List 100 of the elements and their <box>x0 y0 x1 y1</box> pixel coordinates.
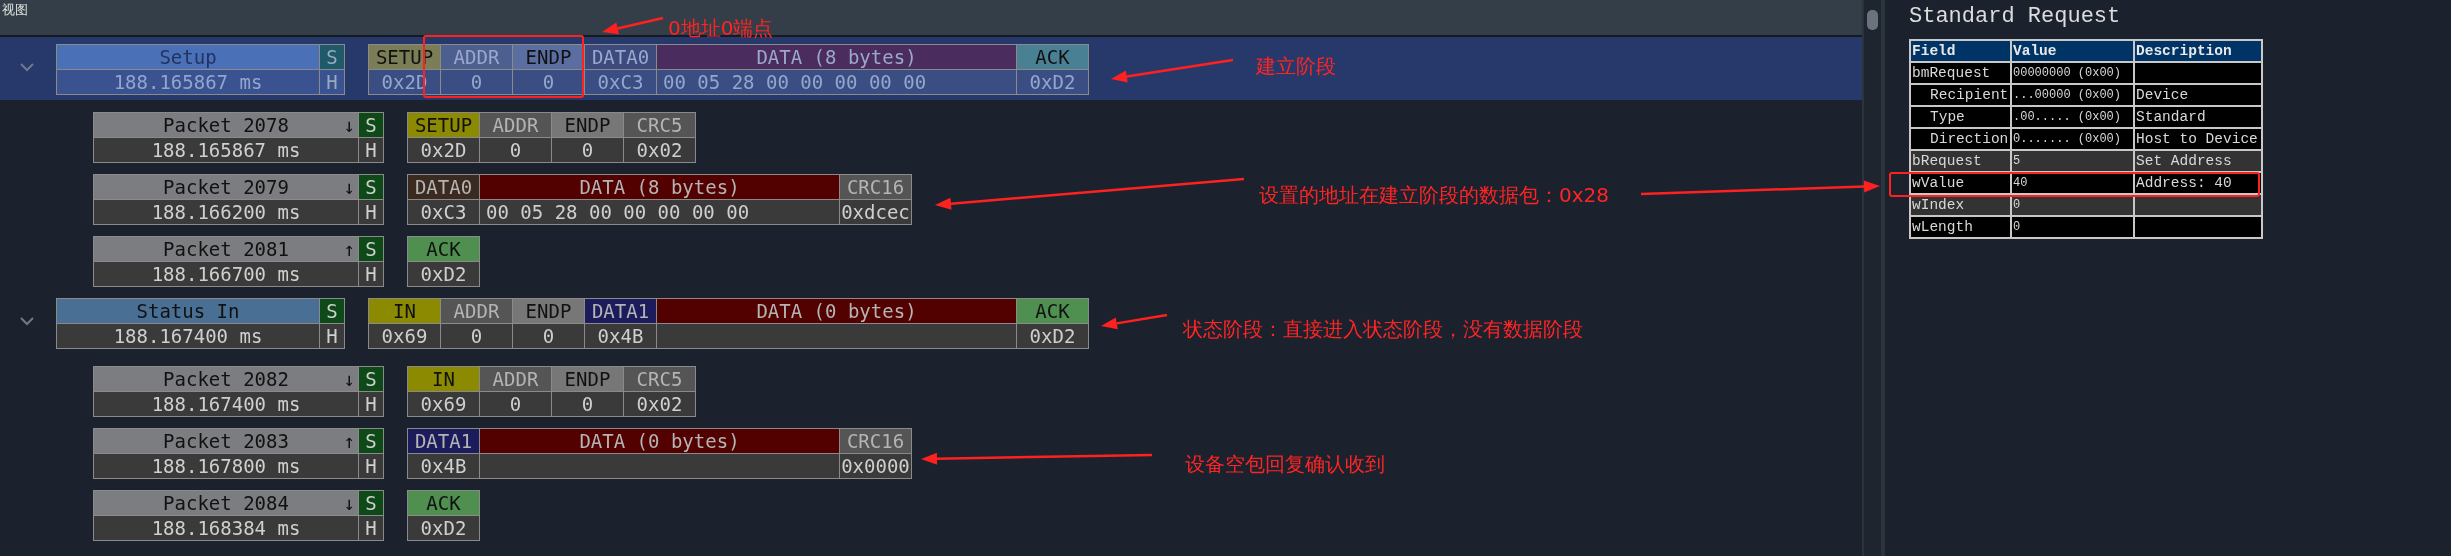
packet-header[interactable]: Packet 2083 ↑ <box>93 428 359 454</box>
field-header: DATA (8 bytes) <box>656 44 1017 70</box>
flag-label: S <box>358 174 384 200</box>
field-value: 0x4B <box>584 323 657 349</box>
packet-header[interactable]: Packet 2082 ↓ <box>93 366 359 392</box>
flag-label: S <box>358 112 384 138</box>
timestamp: 188.165867 ms <box>93 137 359 163</box>
column-header: Value <box>2011 40 2134 62</box>
packet-name: Packet 2079 <box>163 175 289 199</box>
packet-name: Packet 2084 <box>163 491 289 515</box>
flag-label: S <box>319 298 345 324</box>
direction-arrow: ↓ <box>343 113 355 137</box>
flag-label: H <box>358 137 384 163</box>
flag-label: H <box>358 391 384 417</box>
annotation-text: 状态阶段：直接进入状态阶段，没有数据阶段 <box>1183 317 1583 341</box>
field-value: 0 <box>440 323 513 349</box>
packet-name: Packet 2081 <box>163 237 289 261</box>
direction-arrow: ↑ <box>343 237 355 261</box>
field-value: 0x69 <box>368 323 441 349</box>
panel-title: Standard Request <box>1909 4 2121 29</box>
field-header: ENDP <box>551 112 624 138</box>
field-value: 0xD2 <box>407 261 480 287</box>
field-header: IN <box>407 366 480 392</box>
packet-header[interactable]: Packet 2084 ↓ <box>93 490 359 516</box>
table-cell: 40 <box>2011 172 2134 194</box>
field-header: DATA0 <box>407 174 480 200</box>
table-cell: wLength <box>1910 216 2011 238</box>
direction-arrow: ↓ <box>343 175 355 199</box>
annotation-text: 建立阶段 <box>1256 54 1336 78</box>
field-header: DATA1 <box>407 428 480 454</box>
table-cell: wValue <box>1910 172 2011 194</box>
scrollbar[interactable] <box>1862 0 1885 556</box>
flag-label: H <box>358 199 384 225</box>
direction-arrow: ↓ <box>343 491 355 515</box>
field-value: 0xD2 <box>1016 323 1089 349</box>
window-title: 视图 <box>2 1 28 19</box>
field-header: CRC5 <box>623 112 696 138</box>
field-value: 0x2D <box>407 137 480 163</box>
packet-header[interactable]: Packet 2078 ↓ <box>93 112 359 138</box>
flag-label: H <box>358 261 384 287</box>
field-header: ENDP <box>551 366 624 392</box>
table-cell: Address: 40 <box>2134 172 2262 194</box>
field-header: IN <box>368 298 441 324</box>
field-header: ACK <box>407 236 480 262</box>
flag-label: H <box>319 323 345 349</box>
scrollbar-thumb[interactable] <box>1867 10 1878 30</box>
transaction-name[interactable]: Status In <box>56 298 320 324</box>
field-value: 0 <box>512 323 585 349</box>
column-header: Description <box>2134 40 2262 62</box>
field-value: 0xD2 <box>407 515 480 541</box>
field-value: 0 <box>551 391 624 417</box>
transaction-name[interactable]: Setup <box>56 44 320 70</box>
flag-label: H <box>358 515 384 541</box>
packet-header[interactable]: Packet 2081 ↑ <box>93 236 359 262</box>
chevron-icon[interactable] <box>19 316 35 326</box>
timestamp: 188.167800 ms <box>93 453 359 479</box>
timestamp: 188.165867 ms <box>56 69 320 95</box>
field-header: DATA0 <box>584 44 657 70</box>
field-header: ADDR <box>440 44 513 70</box>
field-value: 0xC3 <box>584 69 657 95</box>
field-header: DATA (0 bytes) <box>479 428 840 454</box>
direction-arrow: ↓ <box>343 367 355 391</box>
table-cell: Set Address <box>2134 150 2262 172</box>
field-header: ADDR <box>479 112 552 138</box>
field-header: DATA (8 bytes) <box>479 174 840 200</box>
field-value: 0xD2 <box>1016 69 1089 95</box>
arrow <box>602 16 664 35</box>
field-header: DATA1 <box>584 298 657 324</box>
field-value: 0 <box>479 137 552 163</box>
field-header: DATA (0 bytes) <box>656 298 1017 324</box>
column-header: Field <box>1910 40 2011 62</box>
table-cell: 0 <box>2011 216 2134 238</box>
flag-label: S <box>358 428 384 454</box>
field-header: ACK <box>407 490 480 516</box>
timestamp: 188.166700 ms <box>93 261 359 287</box>
field-value: 0x0000 <box>839 453 912 479</box>
direction-arrow: ↑ <box>343 429 355 453</box>
packet-name: Packet 2083 <box>163 429 289 453</box>
arrow <box>1101 313 1168 330</box>
field-header: CRC16 <box>839 428 912 454</box>
chevron-icon[interactable] <box>19 62 35 72</box>
field-header: ACK <box>1016 44 1089 70</box>
field-value: 00 05 28 00 00 00 00 00 <box>479 199 840 225</box>
timestamp: 188.166200 ms <box>93 199 359 225</box>
flag-label: S <box>358 236 384 262</box>
field-value: 0x69 <box>407 391 480 417</box>
field-value: 0xdcec <box>839 199 912 225</box>
field-value: 0 <box>512 69 585 95</box>
field-header: ADDR <box>479 366 552 392</box>
packet-header[interactable]: Packet 2079 ↓ <box>93 174 359 200</box>
field-value: 0xC3 <box>407 199 480 225</box>
field-value: 0x02 <box>623 391 696 417</box>
timestamp: 188.167400 ms <box>56 323 320 349</box>
annotation-text: 设备空包回复确认收到 <box>1185 452 1385 476</box>
packet-name: Packet 2078 <box>163 113 289 137</box>
field-header: ACK <box>1016 298 1089 324</box>
annotation-text: 设置的地址在建立阶段的数据包：0x28 <box>1259 183 1609 207</box>
field-header: ADDR <box>440 298 513 324</box>
packet-name: Packet 2082 <box>163 367 289 391</box>
table-cell: bRequest <box>1910 150 2011 172</box>
